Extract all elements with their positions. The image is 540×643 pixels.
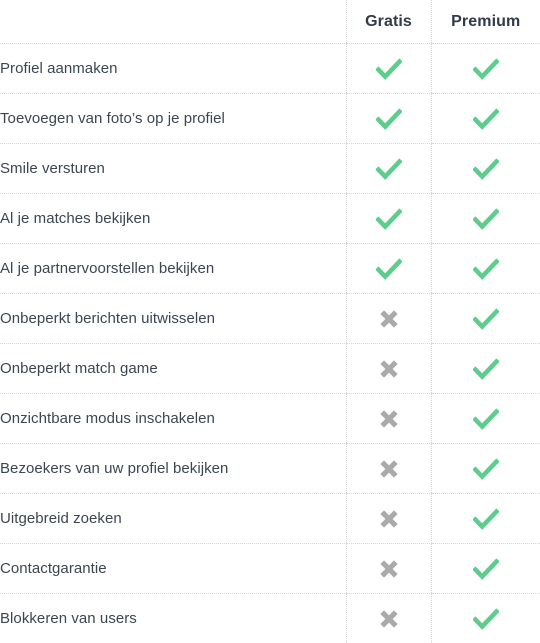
premium-availability-cell — [431, 194, 540, 244]
check-icon — [473, 507, 499, 531]
check-icon — [473, 557, 499, 581]
premium-availability-cell — [431, 394, 540, 444]
table-row: Toevoegen van foto’s op je profiel — [0, 94, 540, 144]
gratis-availability-cell — [346, 244, 431, 294]
gratis-availability-cell — [346, 294, 431, 344]
column-header-feature — [0, 0, 346, 44]
feature-label: Contactgarantie — [0, 544, 346, 594]
premium-availability-cell — [431, 244, 540, 294]
feature-label: Toevoegen van foto’s op je profiel — [0, 94, 346, 144]
table-row: Profiel aanmaken — [0, 44, 540, 94]
table-row: Contactgarantie — [0, 544, 540, 594]
table-header: Gratis Premium — [0, 0, 540, 44]
premium-availability-cell — [431, 94, 540, 144]
table-row: Uitgebreid zoeken — [0, 494, 540, 544]
check-icon — [376, 107, 402, 131]
gratis-availability-cell — [346, 544, 431, 594]
feature-label: Uitgebreid zoeken — [0, 494, 346, 544]
column-header-premium: Premium — [431, 0, 540, 44]
table-row: Bezoekers van uw profiel bekijken — [0, 444, 540, 494]
check-icon — [473, 107, 499, 131]
gratis-availability-cell — [346, 344, 431, 394]
feature-label: Smile versturen — [0, 144, 346, 194]
cross-icon — [378, 558, 400, 580]
cross-icon — [378, 508, 400, 530]
table-row: Smile versturen — [0, 144, 540, 194]
check-icon — [473, 207, 499, 231]
premium-availability-cell — [431, 144, 540, 194]
feature-label: Bezoekers van uw profiel bekijken — [0, 444, 346, 494]
feature-label: Onbeperkt berichten uitwisselen — [0, 294, 346, 344]
check-icon — [376, 157, 402, 181]
check-icon — [376, 257, 402, 281]
cross-icon — [378, 308, 400, 330]
cross-icon — [378, 358, 400, 380]
cross-icon — [378, 458, 400, 480]
table-row: Onzichtbare modus inschakelen — [0, 394, 540, 444]
check-icon — [473, 357, 499, 381]
gratis-availability-cell — [346, 444, 431, 494]
table-row: Al je matches bekijken — [0, 194, 540, 244]
cross-icon — [378, 408, 400, 430]
table-header-row: Gratis Premium — [0, 0, 540, 44]
gratis-availability-cell — [346, 144, 431, 194]
column-header-gratis: Gratis — [346, 0, 431, 44]
premium-availability-cell — [431, 344, 540, 394]
gratis-availability-cell — [346, 494, 431, 544]
gratis-availability-cell — [346, 194, 431, 244]
check-icon — [473, 257, 499, 281]
feature-label: Profiel aanmaken — [0, 44, 346, 94]
premium-availability-cell — [431, 294, 540, 344]
table-row: Al je partnervoorstellen bekijken — [0, 244, 540, 294]
gratis-availability-cell — [346, 394, 431, 444]
feature-label: Onzichtbare modus inschakelen — [0, 394, 346, 444]
check-icon — [473, 57, 499, 81]
premium-availability-cell — [431, 444, 540, 494]
check-icon — [376, 57, 402, 81]
premium-availability-cell — [431, 544, 540, 594]
feature-label: Al je matches bekijken — [0, 194, 346, 244]
plan-comparison-table: Gratis Premium Profiel aanmakenToevoegen… — [0, 0, 540, 643]
check-icon — [473, 407, 499, 431]
feature-label: Al je partnervoorstellen bekijken — [0, 244, 346, 294]
gratis-availability-cell — [346, 44, 431, 94]
check-icon — [473, 607, 499, 631]
table-row: Onbeperkt berichten uitwisselen — [0, 294, 540, 344]
table-row: Onbeperkt match game — [0, 344, 540, 394]
premium-availability-cell — [431, 494, 540, 544]
premium-availability-cell — [431, 44, 540, 94]
check-icon — [376, 207, 402, 231]
check-icon — [473, 307, 499, 331]
cross-icon — [378, 608, 400, 630]
check-icon — [473, 457, 499, 481]
gratis-availability-cell — [346, 94, 431, 144]
table-body: Profiel aanmakenToevoegen van foto’s op … — [0, 44, 540, 643]
feature-label: Onbeperkt match game — [0, 344, 346, 394]
check-icon — [473, 157, 499, 181]
